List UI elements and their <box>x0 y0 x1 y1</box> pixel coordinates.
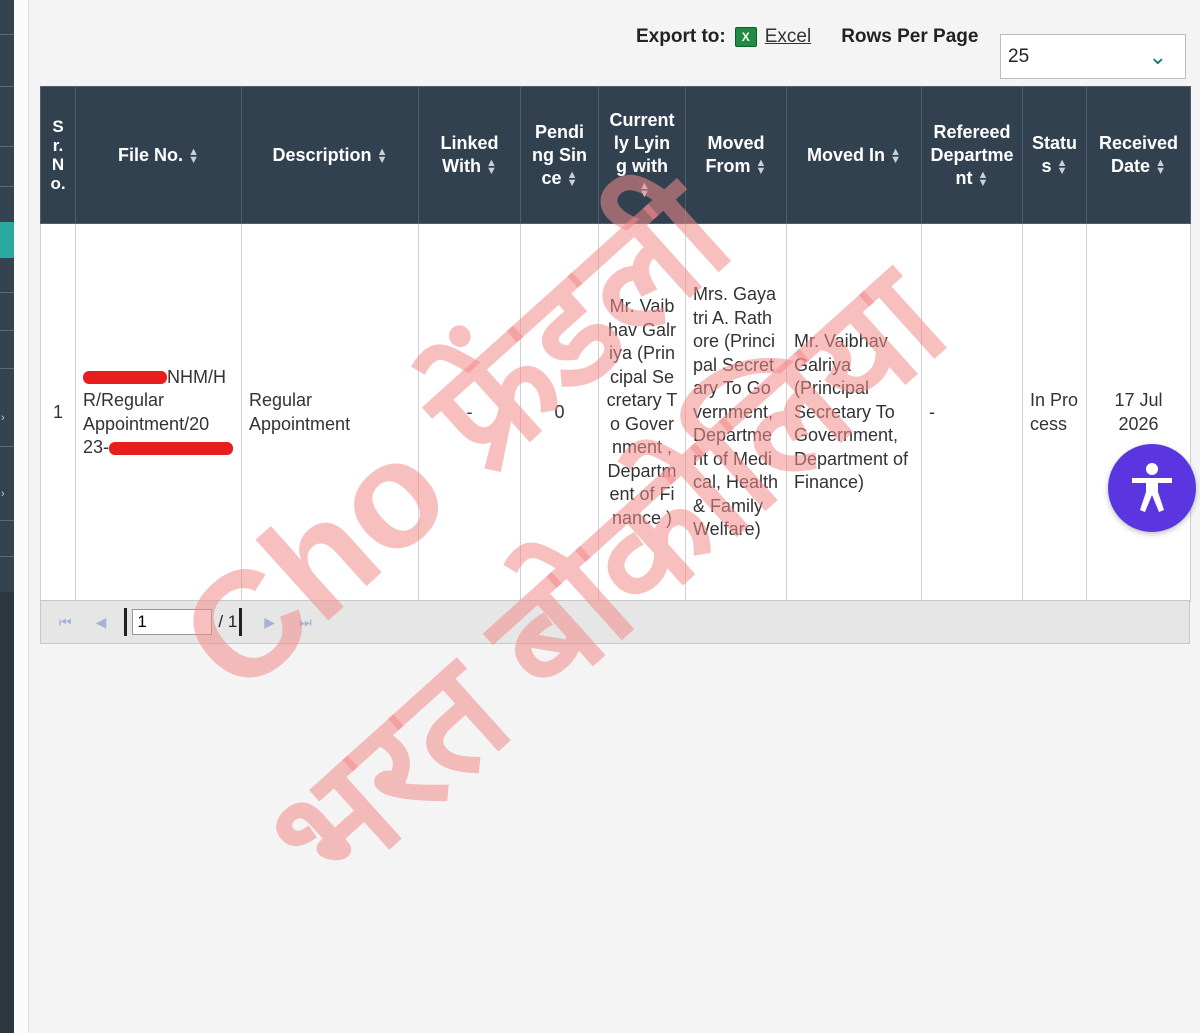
left-sidebar: › › <box>0 0 14 1033</box>
redaction-mark <box>109 441 234 455</box>
file-movement-table: Sr. No. File No. ▲ ▼ Description ▲ ▼ Linked … <box>40 86 1191 602</box>
col-header-moved-from[interactable]: Moved From ▲ ▼ <box>685 86 787 224</box>
sort-icon[interactable]: ▲ ▼ <box>1155 158 1166 177</box>
sort-icon[interactable]: ▲ ▼ <box>756 158 767 177</box>
sidebar-truncated-icon: › <box>1 488 5 500</box>
col-header-description[interactable]: Description ▲ ▼ <box>241 86 419 224</box>
table-header-row: Sr. No. File No. ▲ ▼ Description ▲ ▼ Linked … <box>40 86 1191 224</box>
total-pages: / 1 <box>218 612 238 631</box>
cell-received-date: 17 Jul 2026 <box>1086 223 1191 602</box>
sidebar-active-item[interactable] <box>0 222 14 258</box>
first-page-icon[interactable]: ⏮ <box>59 614 72 631</box>
accessibility-button[interactable] <box>1108 444 1196 532</box>
sort-icon[interactable]: ▲ ▼ <box>978 169 989 188</box>
cell-moved-in: Mr. Vaibhav Galriya (Principal Secretary… <box>786 223 922 602</box>
cell-moved-from: Mrs. Gayatri A. Rathore (Principal Secre… <box>685 223 787 602</box>
col-header-file-no[interactable]: File No. ▲ ▼ <box>75 86 242 224</box>
col-header-sr-no: Sr. No. <box>40 86 76 224</box>
pager-separator <box>239 608 243 636</box>
sidebar-truncated-icon: › <box>1 412 5 424</box>
cell-pending-since: 0 <box>520 223 599 602</box>
cell-description: Regular Appointment <box>241 223 419 602</box>
cell-refereed-department: - <box>921 223 1023 602</box>
accessibility-icon <box>1132 463 1172 512</box>
col-header-refereed-department[interactable]: Refereed Department ▲ ▼ <box>921 86 1023 224</box>
page-number-input[interactable] <box>132 609 213 635</box>
cell-linked-with: - <box>418 223 521 602</box>
pager-separator <box>124 608 128 636</box>
col-header-moved-in[interactable]: Moved In ▲ ▼ <box>786 86 922 224</box>
sort-icon[interactable]: ▲ ▼ <box>1057 158 1068 177</box>
table-row[interactable]: 1 NHM/H R/Regular Appointment/20 23- Reg… <box>40 223 1191 602</box>
sort-icon[interactable]: ▲ ▼ <box>890 146 901 165</box>
cell-currently-lying-with: Mr. Vaibhav Galriya (Principal Secretary… <box>598 223 686 602</box>
rows-per-page-select[interactable]: 25 ⌄ <box>1000 34 1186 79</box>
pagination-bar: ⏮ ◀ / 1 ▶ ⏭ <box>40 600 1190 644</box>
export-toolbar: Export to: X Excel Rows Per Page <box>630 22 978 52</box>
last-page-icon[interactable]: ⏭ <box>299 614 312 631</box>
chevron-down-icon: ⌄ <box>1148 44 1167 69</box>
col-header-status[interactable]: Status ▲ ▼ <box>1022 86 1087 224</box>
rows-per-page-value: 25 <box>1008 46 1030 67</box>
cell-sr-no: 1 <box>40 223 76 602</box>
export-label: Export to: <box>636 26 726 47</box>
excel-icon[interactable]: X <box>734 27 757 47</box>
sidebar-divider <box>14 0 29 1033</box>
sort-icon[interactable]: ▲ ▼ <box>567 169 578 188</box>
previous-page-icon[interactable]: ◀ <box>96 614 107 631</box>
sort-icon[interactable]: ▲ ▼ <box>486 158 497 177</box>
rows-per-page-label: Rows Per Page <box>841 26 979 47</box>
redaction-mark <box>83 371 167 385</box>
sort-icon[interactable]: ▲ ▼ <box>377 146 388 165</box>
sort-icon[interactable]: ▲ ▼ <box>639 181 650 200</box>
col-header-pending-since[interactable]: Pending Since ▲ ▼ <box>520 86 599 224</box>
cell-status: In Process <box>1022 223 1087 602</box>
next-page-icon[interactable]: ▶ <box>264 614 275 631</box>
col-header-linked-with[interactable]: Linked With ▲ ▼ <box>418 86 521 224</box>
col-header-received-date[interactable]: Received Date ▲ ▼ <box>1086 86 1191 224</box>
export-excel-link[interactable]: Excel <box>765 26 811 48</box>
cell-file-no[interactable]: NHM/H R/Regular Appointment/20 23- <box>75 223 242 602</box>
sort-icon[interactable]: ▲ ▼ <box>188 146 199 165</box>
col-header-currently-lying-with[interactable]: Currently Lying with▲ ▼ <box>598 86 686 224</box>
